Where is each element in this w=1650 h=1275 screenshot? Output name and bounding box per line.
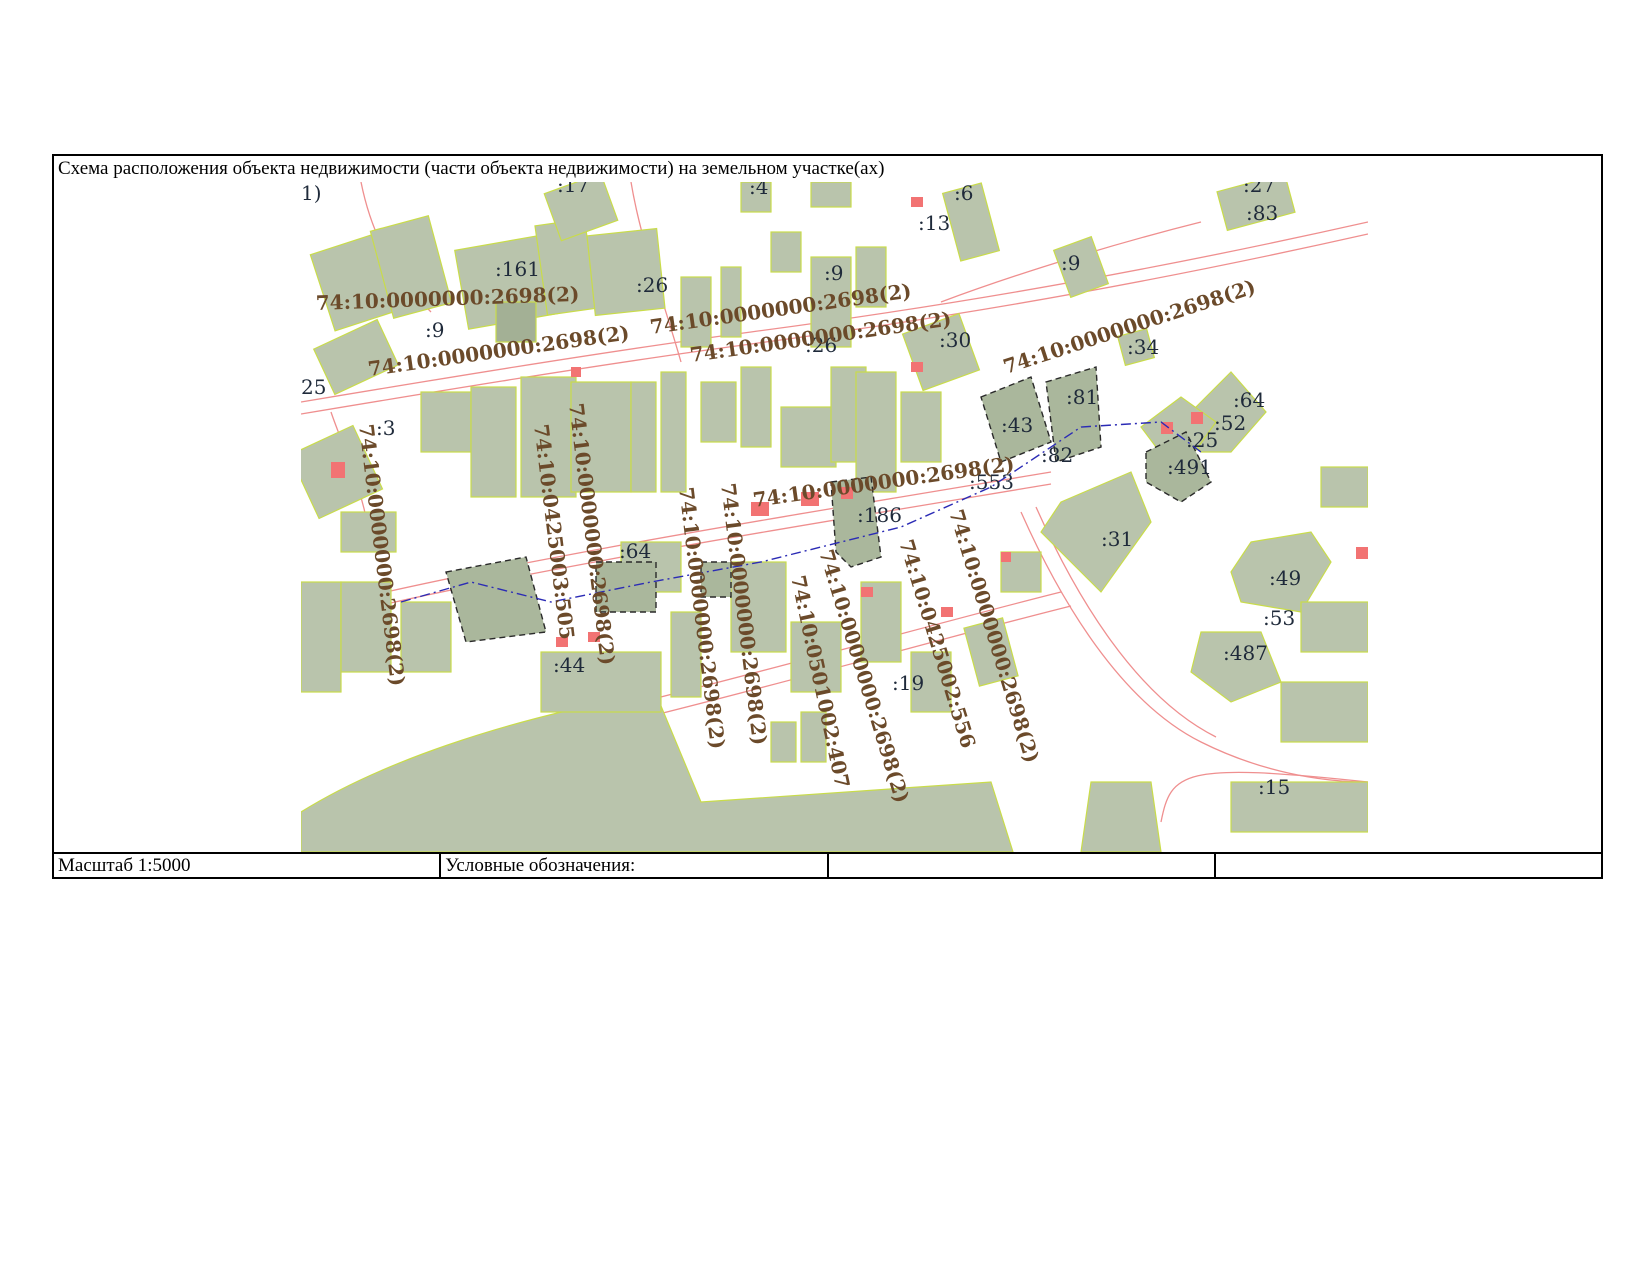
parcel-label: :44 <box>553 653 585 677</box>
parcel-label: 25 <box>301 375 326 399</box>
parcel-label: :13 <box>918 211 950 235</box>
parcel-label: :34 <box>1127 335 1159 359</box>
parcel-label: :64 <box>1233 388 1265 412</box>
parcel-label: :186 <box>857 503 902 527</box>
parcel-label: :25 <box>1186 428 1218 452</box>
parcel-label: :27 <box>1243 182 1275 197</box>
parcel-label: :52 <box>1214 411 1246 435</box>
parcel-label: :49 <box>1269 566 1301 590</box>
scale-cell: Масштаб 1:5000 <box>54 854 442 877</box>
footer-row: Масштаб 1:5000 Условные обозначения: <box>54 854 1601 877</box>
legend-cell-empty-1 <box>829 854 1216 877</box>
parcel-label: :17 <box>557 182 589 197</box>
parcel-label: :43 <box>1001 413 1033 437</box>
parcel-label: :83 <box>1246 201 1278 225</box>
parcel-label: :161 <box>495 257 540 281</box>
parcel-large-south <box>301 681 1162 852</box>
parcel-label: :4 <box>749 182 768 199</box>
parcel-label: :6 <box>954 182 973 205</box>
cadastral-map[interactable]: 1) :17 :4 :6 :13 :27 :83 :161 :26 :9 :9 … <box>301 182 1368 852</box>
parcel-label: :19 <box>892 671 924 695</box>
parcel-label: :9 <box>824 261 843 285</box>
parcel-label: :15 <box>1258 775 1290 799</box>
parcel-label: :31 <box>1101 527 1133 551</box>
scheme-title: Схема расположения объекта недвижимости … <box>54 156 1601 184</box>
scheme-sheet: Схема расположения объекта недвижимости … <box>52 154 1603 879</box>
parcel-label: :491 <box>1167 455 1212 479</box>
parcel-label: :81 <box>1066 385 1098 409</box>
map-frame: 1) :17 :4 :6 :13 :27 :83 :161 :26 :9 :9 … <box>54 182 1601 854</box>
parcel-label: :30 <box>939 328 971 352</box>
parcel-label: :64 <box>619 539 651 563</box>
parcel-label: :53 <box>1263 606 1295 630</box>
parcel-label: :9 <box>425 318 444 342</box>
parcel-label: 1) <box>301 182 322 205</box>
parcel-label: :26 <box>636 273 668 297</box>
legend-cell-empty-2 <box>1216 854 1601 877</box>
parcel-label: :9 <box>1061 251 1080 275</box>
parcel-label: :82 <box>1041 443 1073 467</box>
legend-cell: Условные обозначения: <box>441 854 829 877</box>
parcel-label: :487 <box>1223 641 1268 665</box>
